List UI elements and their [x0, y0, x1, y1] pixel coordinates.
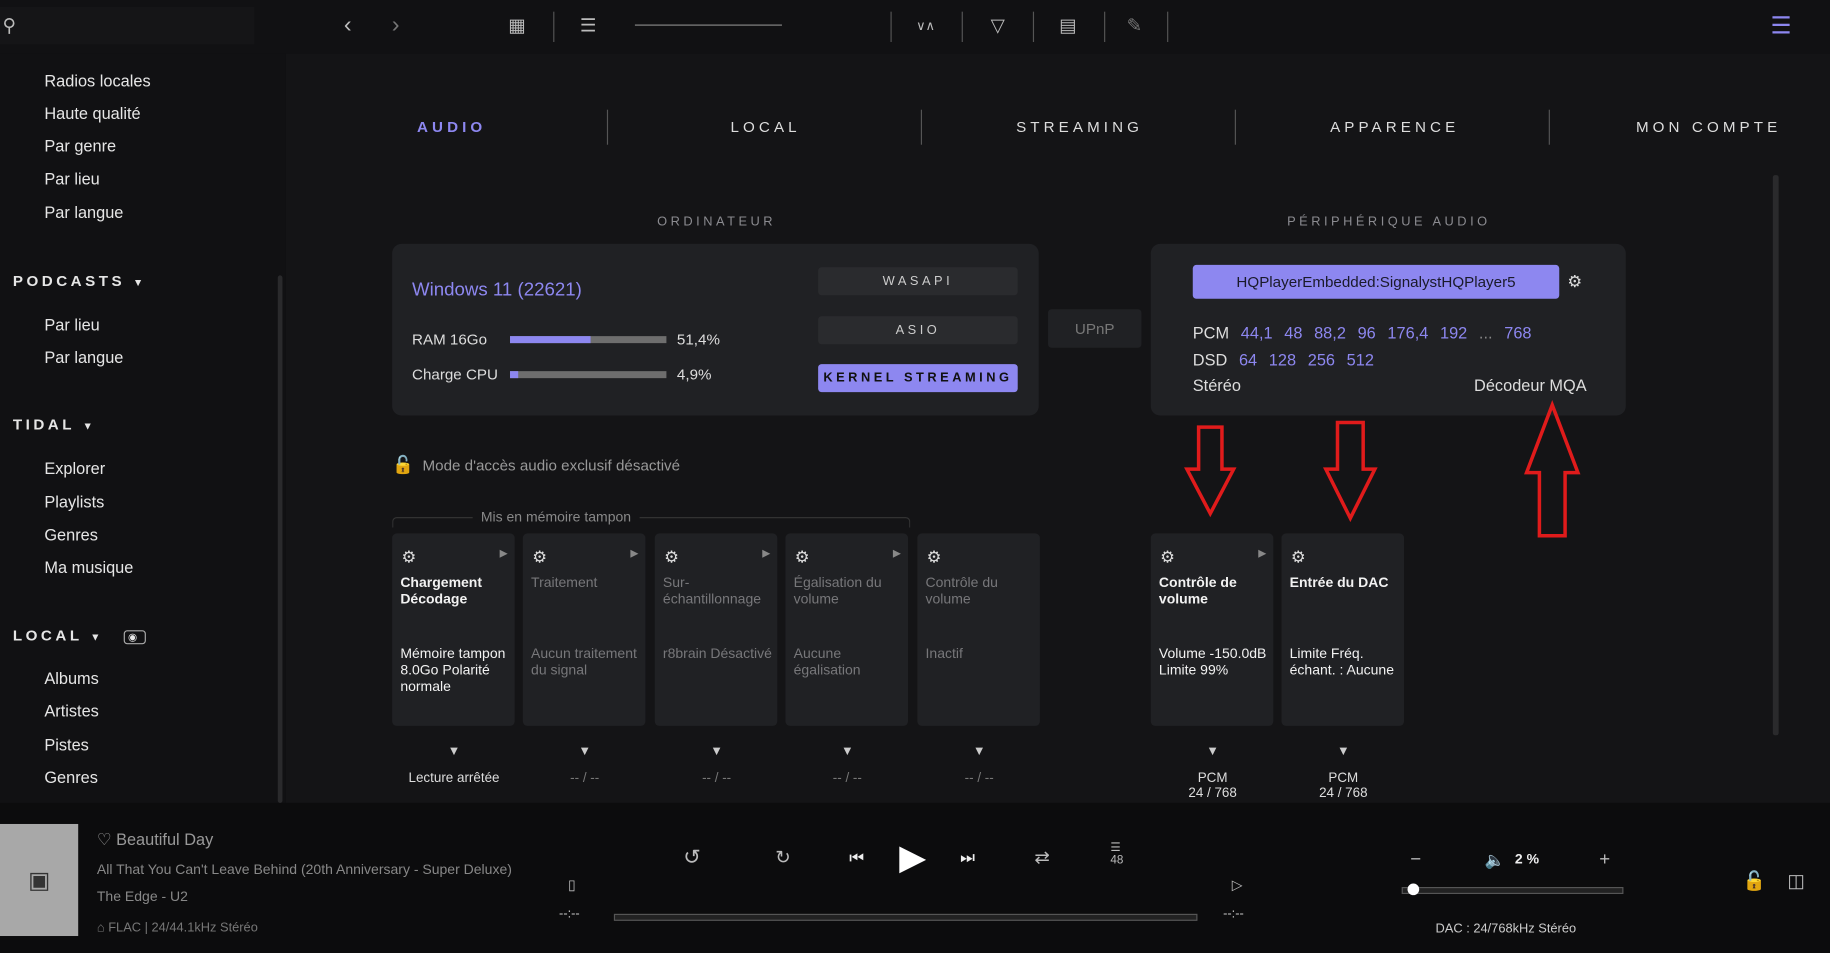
volume-down-icon[interactable]: − [1410, 850, 1421, 871]
artist-name[interactable]: The Edge - U2 [97, 888, 188, 904]
repeat-icon[interactable]: ↻ [775, 846, 791, 869]
volume-slider-handle[interactable] [1407, 883, 1419, 896]
speaker-device-icon[interactable]: ◫ [1787, 869, 1805, 892]
queue-icon: ☰ [1110, 841, 1121, 855]
next-icon[interactable]: ⏭ [960, 848, 975, 868]
format-row: ⌂ FLAC | 24/44.1kHz Stéréo [97, 921, 258, 935]
heart-icon[interactable]: ♡ [97, 830, 112, 849]
annotation-arrows [1184, 400, 1581, 538]
red-arrow-down [1322, 420, 1378, 523]
remaining-time: --:-- [1223, 906, 1244, 921]
track-title[interactable]: Beautiful Day [116, 830, 213, 849]
lock-icon[interactable]: 🔓 [1743, 869, 1766, 892]
track-title-row: ♡ Beautiful Day [97, 830, 213, 850]
album-art[interactable]: ▣ [0, 823, 79, 937]
red-arrow-up [1524, 400, 1581, 538]
queue-button[interactable]: ☰ 48 [1110, 841, 1123, 867]
elapsed-time: --:-- [559, 906, 580, 921]
queue-count: 48 [1110, 854, 1124, 868]
volume-slider[interactable] [1401, 883, 1624, 896]
seek-bar[interactable] [613, 913, 1198, 921]
play-next-icon[interactable]: ▷ [1232, 876, 1243, 892]
album-name[interactable]: All That You Can't Leave Behind (20th An… [97, 861, 512, 877]
volume-up-icon[interactable]: + [1599, 850, 1610, 871]
replay-icon[interactable]: ↺ [683, 846, 701, 871]
play-icon[interactable]: ▶ [899, 837, 926, 878]
track-format: FLAC | 24/44.1kHz Stéréo [108, 920, 258, 935]
waveform-icon[interactable]: ▯ [568, 876, 576, 892]
previous-icon[interactable]: ⏮ [849, 848, 864, 868]
home-icon: ⌂ [96, 920, 105, 935]
dac-status: DAC : 24/768kHz Stéréo [1435, 922, 1577, 937]
camera-icon: ▣ [28, 867, 51, 894]
red-arrow-down [1184, 425, 1237, 518]
volume-value: 2 % [1514, 850, 1540, 868]
speaker-icon[interactable]: 🔈 [1485, 850, 1505, 870]
shuffle-icon[interactable]: ⇄ [1034, 846, 1050, 869]
